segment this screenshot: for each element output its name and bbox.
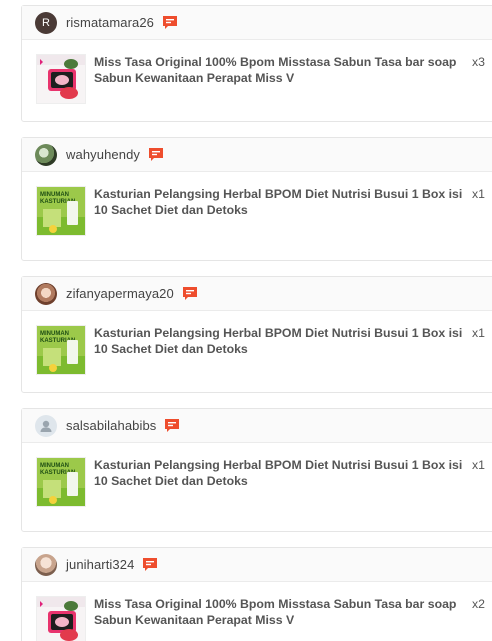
order-header: salsabilahabibs xyxy=(22,409,492,443)
buyer-username[interactable]: juniharti324 xyxy=(66,557,134,572)
order-card: R rismatamara26 Miss Tasa Original 100% … xyxy=(21,5,492,122)
order-card: juniharti324 Miss Tasa Original 100% Bpo… xyxy=(21,547,492,641)
order-card: zifanyapermaya20 MINUMAN KASTURIAN Kastu… xyxy=(21,276,492,393)
buyer-username[interactable]: zifanyapermaya20 xyxy=(66,286,174,301)
chat-icon[interactable] xyxy=(164,418,180,434)
svg-text:MINUMAN: MINUMAN xyxy=(40,463,69,469)
avatar-letter: R xyxy=(42,16,50,29)
buyer-username[interactable]: salsabilahabibs xyxy=(66,418,156,433)
order-header: R rismatamara26 xyxy=(22,6,492,40)
product-name[interactable]: Kasturian Pelangsing Herbal BPOM Diet Nu… xyxy=(94,457,466,489)
quantity: x2 xyxy=(472,597,485,611)
order-item[interactable]: MINUMAN KASTURIAN Kasturian Pelangsing H… xyxy=(22,172,492,236)
avatar[interactable] xyxy=(35,414,57,437)
order-header: wahyuhendy xyxy=(22,138,492,172)
quantity: x3 xyxy=(472,55,485,69)
order-header: juniharti324 xyxy=(22,548,492,582)
avatar[interactable]: R xyxy=(35,11,57,34)
quantity: x1 xyxy=(472,187,485,201)
buyer-username[interactable]: wahyuhendy xyxy=(66,147,140,162)
product-image[interactable]: MINUMAN KASTURIAN xyxy=(36,186,86,236)
order-card: salsabilahabibs MINUMAN KASTURIAN Kastur… xyxy=(21,408,492,532)
avatar[interactable] xyxy=(35,143,57,166)
avatar[interactable] xyxy=(35,553,57,576)
product-image[interactable]: MINUMAN KASTURIAN xyxy=(36,457,86,507)
svg-text:MINUMAN: MINUMAN xyxy=(40,192,69,198)
order-header: zifanyapermaya20 xyxy=(22,277,492,311)
order-item[interactable]: Miss Tasa Original 100% Bpom Misstasa Sa… xyxy=(22,582,492,641)
chat-icon[interactable] xyxy=(148,147,164,163)
product-image[interactable] xyxy=(36,54,86,104)
buyer-username[interactable]: rismatamara26 xyxy=(66,15,154,30)
avatar[interactable] xyxy=(35,282,57,305)
order-card: wahyuhendy MINUMAN KASTURIAN Kasturian P… xyxy=(21,137,492,261)
order-item[interactable]: MINUMAN KASTURIAN Kasturian Pelangsing H… xyxy=(22,311,492,375)
quantity: x1 xyxy=(472,458,485,472)
product-name[interactable]: Miss Tasa Original 100% Bpom Misstasa Sa… xyxy=(94,596,466,628)
product-name[interactable]: Kasturian Pelangsing Herbal BPOM Diet Nu… xyxy=(94,186,466,218)
chat-icon[interactable] xyxy=(182,286,198,302)
svg-text:MINUMAN: MINUMAN xyxy=(40,331,69,337)
order-item[interactable]: Miss Tasa Original 100% Bpom Misstasa Sa… xyxy=(22,40,492,104)
product-name[interactable]: Kasturian Pelangsing Herbal BPOM Diet Nu… xyxy=(94,325,466,357)
quantity: x1 xyxy=(472,326,485,340)
product-image[interactable]: MINUMAN KASTURIAN xyxy=(36,325,86,375)
chat-icon[interactable] xyxy=(142,557,158,573)
chat-icon[interactable] xyxy=(162,15,178,31)
product-name[interactable]: Miss Tasa Original 100% Bpom Misstasa Sa… xyxy=(94,54,466,86)
product-image[interactable] xyxy=(36,596,86,641)
order-list: R rismatamara26 Miss Tasa Original 100% … xyxy=(0,0,492,641)
user-icon xyxy=(40,420,52,432)
order-item[interactable]: MINUMAN KASTURIAN Kasturian Pelangsing H… xyxy=(22,443,492,507)
